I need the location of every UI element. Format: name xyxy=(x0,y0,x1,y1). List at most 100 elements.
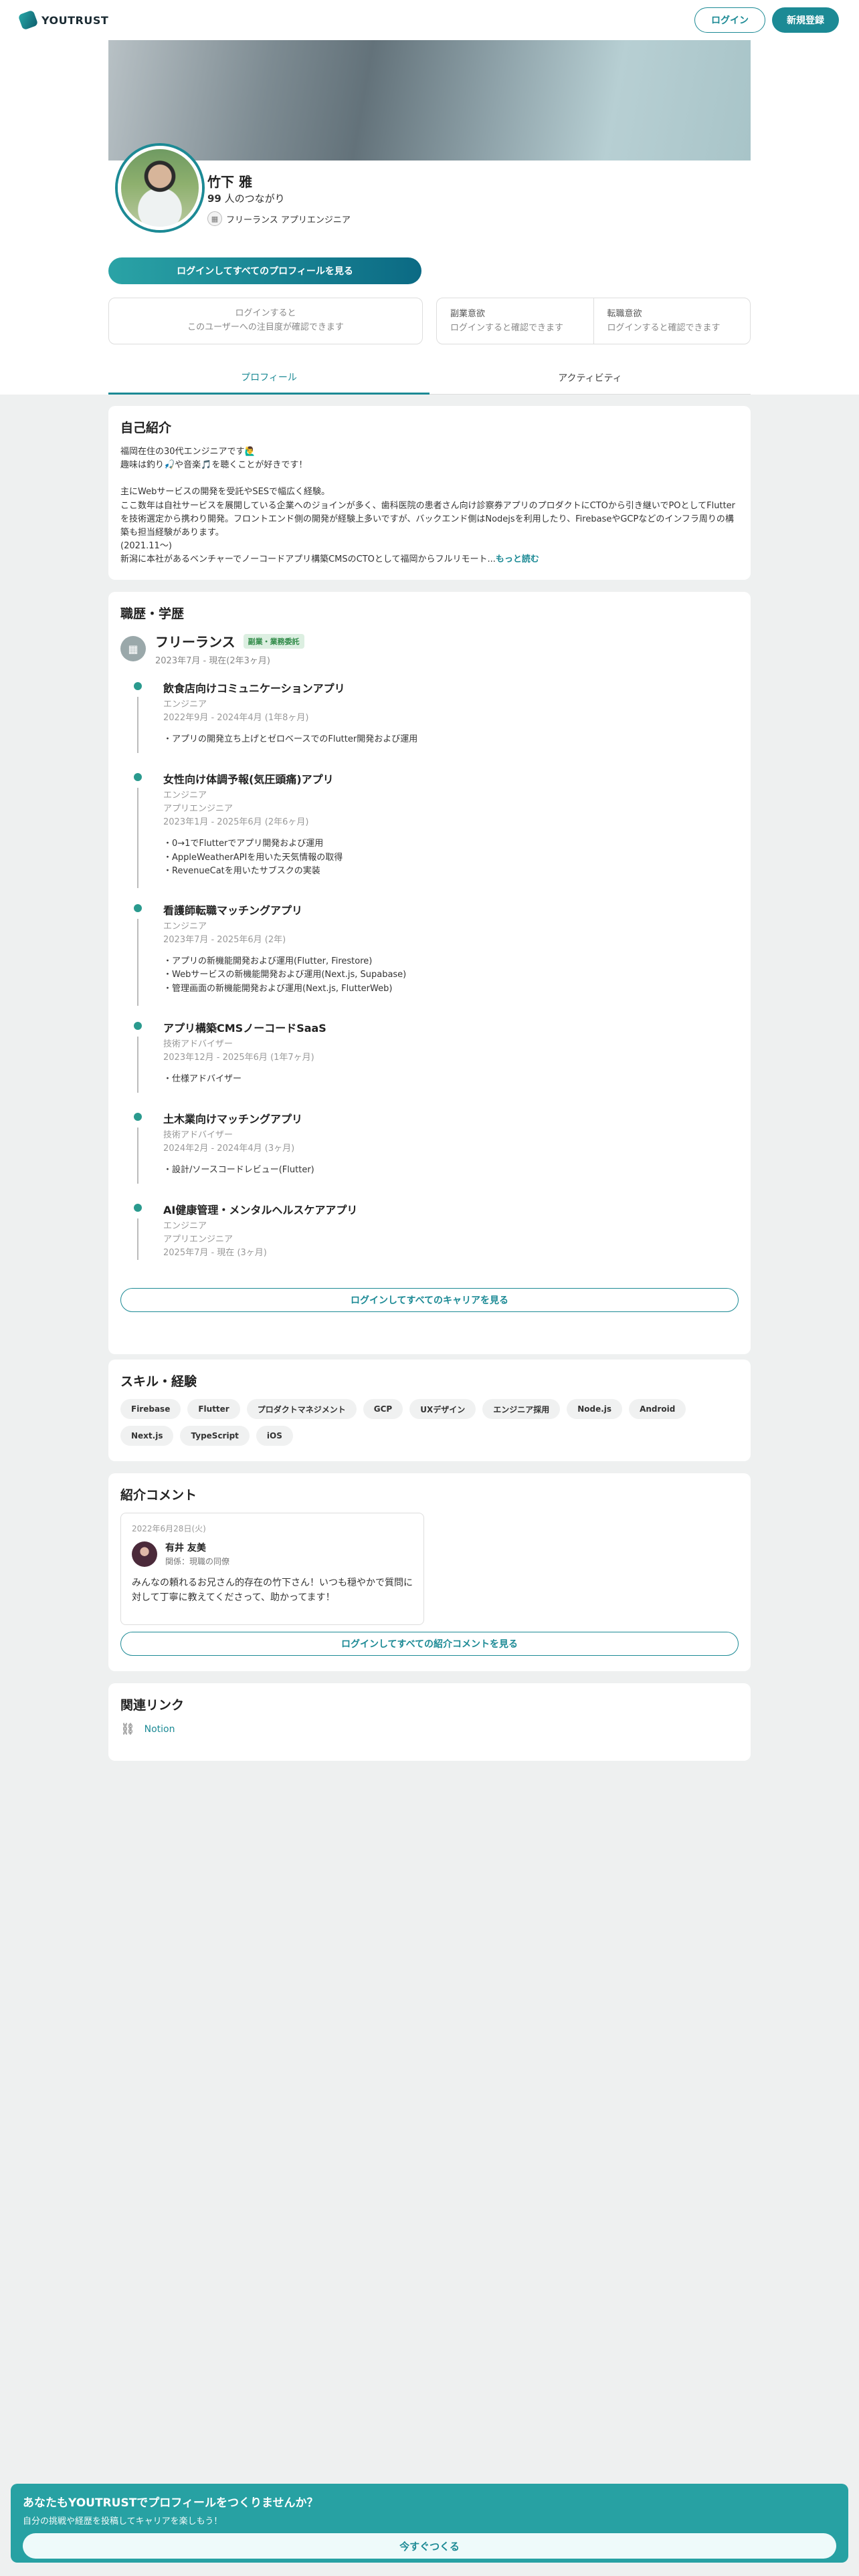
skill-tags: Firebase Flutter プロダクトマネジメント GCP UXデザイン … xyxy=(120,1399,739,1446)
company-header: ▦ フリーランス 副業・業務委託 2023年7月 - 現在(2年3ヶ月) xyxy=(120,631,739,666)
company-period: 2023年7月 - 現在(2年3ヶ月) xyxy=(155,656,270,666)
project-period: 2023年12月 - 2025年6月 (1年7ヶ月) xyxy=(163,1053,314,1063)
reference-text: みんなの頼れるお兄さん的存在の竹下さん！いつも穏やかで質問に対して丁寧に教えてく… xyxy=(132,1578,413,1603)
occupation-label: フリーランス アプリエンジニア xyxy=(226,215,351,225)
tab-activity[interactable]: アクティビティ xyxy=(430,361,751,395)
skill-tag[interactable]: GCP xyxy=(363,1399,403,1419)
project-item: 土木業向けマッチングアプリ 技術アドバイザー 2024年2月 - 2024年4月… xyxy=(134,1110,739,1201)
timeline-line xyxy=(137,697,138,753)
timeline-dot xyxy=(134,1204,142,1212)
project-role: エンジニア xyxy=(163,1221,207,1231)
skill-tag[interactable]: Next.js xyxy=(120,1426,174,1446)
skill-tag[interactable]: Firebase xyxy=(120,1399,181,1419)
skill-tag[interactable]: エンジニア採用 xyxy=(482,1399,561,1419)
timeline-dot xyxy=(134,1022,142,1030)
reference-date: 2022年6月28日(火) xyxy=(132,1524,206,1533)
project-desc: ・設計/ソースコードレビュー(Flutter) xyxy=(163,1165,314,1176)
attention-line2: このユーザーへの注目度が確認できます xyxy=(187,322,344,332)
project-period: 2022年9月 - 2024年4月 (1年8ヶ月) xyxy=(163,713,309,724)
project-desc-line: ・アプリの新機能開発および運用(Flutter, Firestore) xyxy=(163,956,373,967)
related-link-label: Notion xyxy=(144,1724,175,1735)
job-change-title: 転職意欲 xyxy=(607,309,642,319)
connections-label: 人のつながり xyxy=(221,193,285,205)
timeline-line xyxy=(137,1037,138,1093)
skill-tag[interactable]: Flutter xyxy=(187,1399,240,1419)
create-profile-button[interactable]: 今すぐつくる xyxy=(23,2533,836,2559)
project-desc-line: ・管理画面の新機能開発および運用(Next.js, FlutterWeb) xyxy=(163,983,393,994)
youtrust-logo[interactable]: YOUTRUST xyxy=(17,9,109,31)
project-item: 女性向け体調予報(気圧頭痛)アプリ エンジニア アプリエンジニア 2023年1月… xyxy=(134,770,739,901)
intent-card: 副業意欲 ログインすると確認できます 転職意欲 ログインすると確認できます xyxy=(436,298,751,344)
references-section: 紹介コメント 2022年6月28日(火) 有井 友美 関係：現職の同僚 みんなの… xyxy=(108,1473,751,1671)
project-desc-line: ・RevenueCatを用いたサブスクの実装 xyxy=(163,865,320,876)
career-section: 職歴・学歴 ▦ フリーランス 副業・業務委託 2023年7月 - 現在(2年3ヶ… xyxy=(108,592,751,1354)
intro-text: 福岡在住の30代エンジニアです🙋‍♂️ 趣味は釣り🎣や音楽🎵を聴くことが好きです… xyxy=(120,445,739,566)
reference-avatar xyxy=(132,1541,157,1567)
side-job-intent: 副業意欲 ログインすると確認できます xyxy=(437,298,593,344)
connections-count[interactable]: 99 人のつながり xyxy=(207,191,285,205)
project-period: 2023年7月 - 2025年6月 (2年) xyxy=(163,935,286,946)
career-heading: 職歴・学歴 xyxy=(120,607,185,621)
attention-line1: ログインすると xyxy=(235,308,296,319)
view-all-career-button[interactable]: ログインしてすべてのキャリアを見る xyxy=(120,1288,739,1312)
project-list: 飲食店向けコミュニケーションアプリ エンジニア 2022年9月 - 2024年4… xyxy=(120,679,739,1288)
project-desc: ・アプリの開発立ち上げとゼロベースでのFlutter開発および運用 xyxy=(163,734,418,745)
project-title: 女性向け体調予報(気圧頭痛)アプリ xyxy=(163,773,334,786)
job-change-intent: 転職意欲 ログインすると確認できます xyxy=(593,298,751,344)
signup-button[interactable]: 新規登録 xyxy=(772,7,839,33)
skill-tag[interactable]: iOS xyxy=(256,1426,293,1446)
view-all-references-button[interactable]: ログインしてすべての紹介コメントを見る xyxy=(120,1632,739,1656)
signup-banner: あなたもYOUTRUSTでプロフィールをつくりませんか？ 自分の挑戦や経歴を投稿… xyxy=(11,2484,848,2563)
project-role: エンジニア xyxy=(163,922,207,932)
skill-tag[interactable]: UXデザイン xyxy=(409,1399,476,1419)
project-item: 看護師転職マッチングアプリ エンジニア 2023年7月 - 2025年6月 (2… xyxy=(134,901,739,1019)
profile-tabs: プロフィール アクティビティ xyxy=(108,361,751,395)
project-title: アプリ構築CMSノーコードSaaS xyxy=(163,1022,326,1035)
reference-author: 有井 友美 関係：現職の同僚 xyxy=(132,1541,413,1567)
link-icon: ⛓ xyxy=(120,1723,135,1736)
company-building-icon: ▦ xyxy=(120,636,146,661)
read-more-link[interactable]: もっと読む xyxy=(496,554,539,564)
project-period: 2024年2月 - 2024年4月 (3ヶ月) xyxy=(163,1144,295,1154)
skill-tag[interactable]: プロダクトマネジメント xyxy=(246,1399,357,1419)
skills-heading: スキル・経験 xyxy=(120,1374,197,1389)
related-link[interactable]: ⛓ Notion xyxy=(120,1723,739,1736)
project-title: 飲食店向けコミュニケーションアプリ xyxy=(163,682,345,695)
links-heading: 関連リンク xyxy=(120,1698,185,1713)
logo-text: YOUTRUST xyxy=(41,13,109,27)
timeline-line xyxy=(137,919,138,1006)
timeline-line xyxy=(137,1128,138,1184)
project-desc: ・アプリの新機能開発および運用(Flutter, Firestore) ・Web… xyxy=(163,955,739,995)
links-section: 関連リンク ⛓ Notion xyxy=(108,1683,751,1761)
timeline-line xyxy=(137,1218,138,1260)
intro-heading: 自己紹介 xyxy=(120,421,172,435)
profile-name: 竹下 雅 xyxy=(207,174,252,190)
cover-image xyxy=(108,40,751,160)
skill-tag[interactable]: Node.js xyxy=(567,1399,623,1419)
side-job-title: 副業意欲 xyxy=(450,309,486,319)
avatar xyxy=(118,146,202,230)
project-desc-line: ・Webサービスの新機能開発および運用(Next.js, Supabase) xyxy=(163,970,407,980)
project-desc-line: ・AppleWeatherAPIを用いた天気情報の取得 xyxy=(163,852,343,863)
project-role: アプリエンジニア xyxy=(163,804,233,815)
timeline-dot xyxy=(134,904,142,912)
project-title: 看護師転職マッチングアプリ xyxy=(163,904,303,917)
reference-author-name: 有井 友美 xyxy=(165,1543,206,1553)
banner-subtitle: 自分の挑戦や経歴を投稿してキャリアを楽しもう！ xyxy=(23,2516,223,2527)
timeline-dot xyxy=(134,773,142,781)
skill-tag[interactable]: Android xyxy=(629,1399,686,1419)
reference-card[interactable]: 2022年6月28日(火) 有井 友美 関係：現職の同僚 みんなの頼れるお兄さん… xyxy=(120,1513,424,1625)
login-view-profile-button[interactable]: ログインしてすべてのプロフィールを見る xyxy=(108,257,421,284)
timeline-dot xyxy=(134,1113,142,1121)
side-job-value: ログインすると確認できます xyxy=(450,322,564,333)
skill-tag[interactable]: TypeScript xyxy=(180,1426,250,1446)
project-role: 技術アドバイザー xyxy=(163,1039,233,1049)
header-actions: ログイン 新規登録 xyxy=(694,7,839,33)
intro-body: 福岡在住の30代エンジニアです🙋‍♂️ 趣味は釣り🎣や音楽🎵を聴くことが好きです… xyxy=(120,447,736,565)
project-desc: ・仕様アドバイザー xyxy=(163,1074,242,1085)
reference-relation: 関係：現職の同僚 xyxy=(165,1557,230,1566)
login-button[interactable]: ログイン xyxy=(694,7,765,33)
timeline-dot xyxy=(134,682,142,690)
tab-profile[interactable]: プロフィール xyxy=(108,361,430,395)
building-icon: ▦ xyxy=(207,211,222,226)
